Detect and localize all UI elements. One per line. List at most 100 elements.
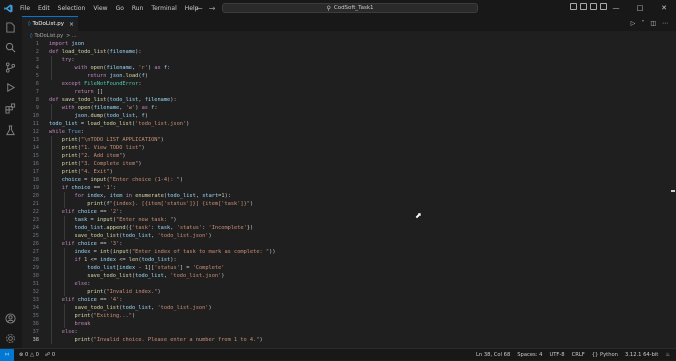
code-line[interactable]: 8 def save_todo_list(todo_list, filename)…	[22, 96, 672, 104]
code-line[interactable]: 3 try:	[22, 56, 672, 64]
forward-arrow-icon[interactable]: →	[209, 4, 216, 13]
code-line[interactable]: 27 index = int(input("Enter index of tas…	[22, 248, 672, 256]
code-text: if choice == '1':	[61, 185, 117, 191]
code-line[interactable]: 20 for index, item in enumerate(todo_lis…	[22, 192, 672, 200]
menu-file[interactable]: File	[16, 5, 34, 12]
line-number: 34	[32, 305, 39, 311]
python-interpreter[interactable]: 3.12.1 64-bit	[625, 352, 658, 358]
code-line[interactable]: 33 elif choice == '4':	[22, 296, 672, 304]
code-line[interactable]: 1 import json	[22, 40, 672, 48]
minimize-icon[interactable]: —	[604, 0, 628, 16]
code-text: save_todo_list(todo_list, 'todo_list.jso…	[74, 233, 212, 239]
code-line[interactable]: 19 if choice == '1':	[22, 184, 672, 192]
code-line[interactable]: 38 print("Invalid choice. Please enter a…	[22, 336, 672, 344]
breadcrumb-symbol[interactable]: > ...	[66, 33, 77, 39]
close-window-icon[interactable]: ✕	[652, 0, 676, 16]
code-line[interactable]: 18 choice = input("Enter choice (1-4): "…	[22, 176, 672, 184]
code-text: print("3. Complete item")	[61, 161, 142, 167]
run-dropdown-chevron-icon[interactable]: ˅	[641, 20, 644, 27]
code-line[interactable]: 14 print("1. View TODO list")	[22, 144, 672, 152]
cursor-position[interactable]: Ln 38, Col 68	[476, 352, 510, 358]
code-text: elif choice == '3':	[61, 241, 123, 247]
account-icon[interactable]	[4, 312, 17, 325]
tab-todolist[interactable]: ◊ ToDoList.py ×	[22, 16, 78, 31]
notifications-bell-icon[interactable]: ♨	[665, 352, 670, 358]
code-text: print("Exiting...")	[74, 313, 136, 319]
editor-scrollbar[interactable]	[670, 40, 676, 348]
line-number: 9	[35, 105, 39, 111]
line-endings[interactable]: CRLF	[572, 352, 585, 358]
code-editor[interactable]: 1 import json 2 def load_todo_list(filename…	[22, 40, 676, 348]
code-line[interactable]: 37 else:	[22, 328, 672, 336]
indentation[interactable]: Spaces: 4	[517, 352, 542, 358]
menu-selection[interactable]: Selection	[54, 5, 90, 12]
code-line[interactable]: 32 print("Invalid index.")	[22, 288, 672, 296]
code-line[interactable]: 13 print("\nTODO LIST APPLICATION")	[22, 136, 672, 144]
extensions-icon[interactable]	[4, 102, 17, 115]
code-line[interactable]: 29 todo_list[index - 1]['status'] = 'Com…	[22, 264, 672, 272]
breadcrumb-file[interactable]: ToDoList.py	[34, 33, 63, 39]
code-line[interactable]: 4 with open(filename, 'r') as f:	[22, 64, 672, 72]
code-line[interactable]: 36 break	[22, 320, 672, 328]
close-tab-icon[interactable]: ×	[69, 21, 74, 28]
menu-go[interactable]: Go	[112, 5, 128, 12]
line-number: 1	[35, 41, 39, 47]
menu-run[interactable]: Run	[128, 5, 148, 12]
menu-view[interactable]: View	[89, 5, 111, 12]
code-line[interactable]: 28 if 1 <= index <= len(todo_list):	[22, 256, 672, 264]
code-line[interactable]: 6 except FileNotFoundError:	[22, 80, 672, 88]
code-line[interactable]: 26 elif choice == '3':	[22, 240, 672, 248]
code-line[interactable]: 22 elif choice == '2':	[22, 208, 672, 216]
split-editor-icon[interactable]: ◫	[650, 20, 656, 27]
code-line[interactable]: 35 print("Exiting...")	[22, 312, 672, 320]
code-line[interactable]: 10 json.dump(todo_list, f)	[22, 112, 672, 120]
command-center-search[interactable]: ⚲ CodSoft_Task1	[222, 3, 478, 13]
line-number: 27	[32, 249, 39, 255]
code-line[interactable]: 5 return json.load(f)	[22, 72, 672, 80]
problems-status[interactable]: ⊗ 0 △ 0	[19, 352, 39, 358]
code-line[interactable]: 12 while True:	[22, 128, 672, 136]
run-debug-icon[interactable]	[4, 81, 17, 94]
maximize-icon[interactable]: □	[628, 0, 652, 16]
testing-icon[interactable]	[4, 124, 17, 137]
code-line[interactable]: 9 with open(filename, 'w') as f:	[22, 104, 672, 112]
language-label: Python	[599, 351, 618, 358]
source-control-icon[interactable]	[4, 61, 17, 74]
search-icon[interactable]	[4, 41, 17, 54]
code-line[interactable]: 2 def load_todo_list(filename):	[22, 48, 672, 56]
code-line[interactable]: 30 save_todo_list(todo_list, 'todo_list.…	[22, 272, 672, 280]
code-line[interactable]: 23 task = input("Enter new task: ")	[22, 216, 672, 224]
code-line[interactable]: 24 todo_list.append({'task': task, 'stat…	[22, 224, 672, 232]
code-line[interactable]: 21 print(f"{index}. [{item['status']}] {…	[22, 200, 672, 208]
code-line[interactable]: 16 print("3. Complete item")	[22, 160, 672, 168]
remote-indicator-icon[interactable]: ›‹	[0, 348, 14, 361]
ports-status[interactable]: ☍ 0	[45, 352, 55, 358]
more-actions-icon[interactable]: ⋯	[662, 20, 668, 27]
language-mode[interactable]: {} Python	[592, 352, 618, 358]
line-number: 11	[32, 121, 39, 127]
breadcrumb: ◊ ToDoList.py > ...	[22, 31, 676, 40]
encoding[interactable]: UTF-8	[549, 352, 564, 358]
code-line[interactable]: 34 save_todo_list(todo_list, 'todo_list.…	[22, 304, 672, 312]
code-line[interactable]: 25 save_todo_list(todo_list, 'todo_list.…	[22, 232, 672, 240]
explorer-icon[interactable]	[4, 21, 17, 34]
code-text: choice = input("Enter choice (1-4): ")	[61, 177, 184, 183]
menu-edit[interactable]: Edit	[34, 5, 54, 12]
code-text: with open(filename, 'r') as f:	[74, 65, 171, 71]
back-arrow-icon[interactable]: ←	[196, 4, 203, 13]
code-line[interactable]: 31 else:	[22, 280, 672, 288]
python-file-icon: ◊	[28, 21, 31, 27]
run-python-file-icon[interactable]: ▷	[631, 20, 636, 27]
code-line[interactable]: 11 todo_list = load_todo_list('todo_list.…	[22, 120, 672, 128]
code-line[interactable]: 15 print("2. Add item")	[22, 152, 672, 160]
code-text: todo_list[index - 1]['status'] = 'Comple…	[87, 265, 225, 271]
code-line[interactable]: 17 print("4. Exit")	[22, 168, 672, 176]
code-text: return []	[74, 89, 104, 95]
line-number: 15	[32, 153, 39, 159]
settings-gear-icon[interactable]	[4, 332, 17, 345]
code-line[interactable]: 7 return []	[22, 88, 672, 96]
toggle-panel-icon[interactable]	[580, 3, 587, 10]
toggle-secondary-sidebar-icon[interactable]	[590, 3, 597, 10]
toggle-primary-sidebar-icon[interactable]	[570, 3, 577, 10]
menu-terminal[interactable]: Terminal	[147, 5, 180, 12]
